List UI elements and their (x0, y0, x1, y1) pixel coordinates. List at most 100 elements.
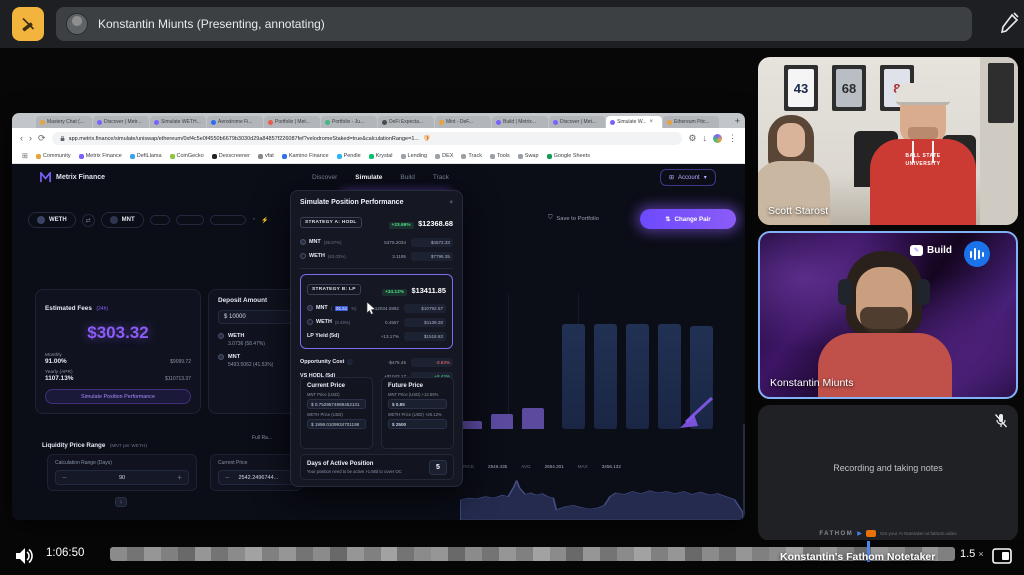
liquidity-bar-small (460, 421, 482, 429)
address-pill[interactable] (209, 215, 246, 225)
weth-icon (37, 216, 45, 224)
bookmark-item[interactable]: DefiLlama (129, 153, 162, 159)
profile-avatar[interactable] (713, 134, 722, 143)
bookmark-item[interactable]: Google Sheets (546, 153, 590, 159)
forward-button[interactable]: › (29, 134, 32, 143)
account-button[interactable]: ⊞ Account ▾ (660, 169, 716, 186)
browser-tab[interactable]: Portfolio | Met... (264, 116, 320, 128)
app-scrollbar[interactable] (743, 424, 745, 520)
browser-tab[interactable]: Ethereum Pitc... (663, 116, 719, 128)
browser-tab-strip: Mastery Chat (... Discover | Metr... Simul… (12, 113, 745, 128)
browser-tab[interactable]: Simulate WETH... (150, 116, 206, 128)
change-pair-button[interactable]: ⇅ Change Pair (640, 209, 736, 229)
presenter-pill[interactable]: Konstantin Miunts (Presenting, annotatin… (56, 7, 972, 41)
browser-tab[interactable]: Mastery Chat (... (36, 116, 92, 128)
future-weth-price-input[interactable]: $ 2500 (388, 419, 447, 429)
annotation-toggle-button[interactable] (12, 7, 44, 41)
tab-label: Aerodrome Fi... (218, 119, 253, 125)
shield-extension-icon[interactable]: 🛡 (423, 135, 431, 142)
current-price-input[interactable]: − 2542.2496744... (218, 470, 294, 485)
extensions-icon[interactable]: ⚙ (688, 134, 696, 143)
full-range-toggle[interactable]: Full Ra... (252, 435, 272, 441)
token-a-selector[interactable]: WETH (28, 212, 76, 228)
bookmark-item[interactable]: Lending (400, 153, 427, 159)
current-weth-price-input[interactable]: $ 1998.0109934701198 (307, 419, 366, 429)
plus-button[interactable]: + (177, 473, 182, 482)
info-icon[interactable]: ⓘ (347, 359, 352, 366)
bookmark-label: Track (468, 153, 482, 159)
bookmark-item[interactable]: DEX (435, 153, 453, 159)
monthly-pct: 91.00% (45, 358, 67, 365)
tab-close-icon[interactable]: × (649, 119, 653, 125)
save-to-portfolio-button[interactable]: ⛉ Save to Portfolio (548, 215, 599, 222)
weth-icon (218, 333, 224, 339)
bookmark-label: CoinGecko (176, 153, 204, 159)
participant-tile-fathom[interactable]: Recording and taking notes FATHOM ▶ Get … (758, 405, 1018, 541)
browser-tab[interactable]: Discover | Metr... (93, 116, 149, 128)
browser-tab[interactable]: Mint - DeF... (435, 116, 491, 128)
days-input[interactable]: 5 (429, 459, 447, 475)
chart-toggle-icon[interactable]: ◔ (252, 217, 256, 223)
bookmark-item[interactable]: Krystal (368, 153, 393, 159)
nav-discover[interactable]: Discover (312, 174, 337, 181)
fee-tier-pill[interactable] (149, 215, 170, 225)
range-sync-button[interactable]: ↓ (115, 497, 127, 507)
bookmark-favicon (336, 153, 342, 159)
bookmark-item[interactable]: Tools (489, 153, 510, 159)
bookmark-label: vfat (264, 153, 274, 159)
future-mnt-price-input[interactable]: $ 0.85 (388, 399, 447, 409)
browser-tab[interactable]: Aerodrome Fi... (207, 116, 263, 128)
jersey-frames: 43688 (784, 65, 914, 111)
jersey-frame: 68 (832, 65, 866, 111)
modal-close-icon[interactable]: × (449, 200, 453, 206)
bolt-icon[interactable]: ⚡ (261, 217, 268, 224)
bookmark-item[interactable]: CoinGecko (169, 153, 204, 159)
bookmark-item[interactable]: Swap (517, 153, 539, 159)
volume-icon[interactable] (14, 546, 34, 566)
url-bar[interactable]: app.metrix.finance/simulate/uniswap/ethe… (51, 132, 683, 145)
app-logo[interactable]: Metrix Finance (40, 172, 105, 183)
price-history-chart (460, 480, 743, 520)
bookmark-item[interactable]: Kamino Finance (281, 153, 329, 159)
bookmark-item[interactable]: Track (461, 153, 482, 159)
nav-simulate[interactable]: Simulate (355, 174, 382, 181)
browser-menu-icon[interactable]: ⋮ (728, 134, 737, 143)
browser-tab[interactable]: Build | Metrix... (492, 116, 548, 128)
nav-build[interactable]: Build (400, 174, 414, 181)
bookmark-favicon (211, 153, 217, 159)
reload-button[interactable]: ⟳ (38, 134, 46, 143)
tab-favicon (553, 119, 558, 125)
tab-label: Discover | Metr... (104, 119, 142, 125)
browser-tab[interactable]: DeFi Expecta... (378, 116, 434, 128)
miniplayer-icon[interactable] (992, 548, 1012, 564)
nav-track[interactable]: Track (433, 174, 449, 181)
deposit-input[interactable]: $ 10000 (218, 310, 298, 324)
bookmark-item[interactable]: Pendle (336, 153, 361, 159)
bookmark-label: Kamino Finance (288, 153, 329, 159)
participant-tile-konstantin[interactable]: ✎ Build Konstantin Miunts (758, 231, 1018, 399)
url-text: app.metrix.finance/simulate/uniswap/ethe… (68, 135, 419, 142)
annotate-pen-button[interactable] (998, 12, 1020, 41)
apps-grid-icon[interactable]: ⊞ (22, 152, 28, 160)
downloads-icon[interactable]: ↓ (703, 134, 708, 143)
bookmark-label: Dexscreener (218, 153, 250, 159)
bookmark-favicon (435, 153, 441, 159)
browser-tab[interactable]: Discover | Met... (549, 116, 605, 128)
bookmark-item[interactable]: Metrix Finance (78, 153, 122, 159)
new-tab-button[interactable]: + (730, 115, 745, 128)
token-b-selector[interactable]: MNT (100, 212, 144, 228)
price-pill[interactable] (175, 215, 204, 225)
back-button[interactable]: ‹ (20, 134, 23, 143)
browser-tab[interactable]: Simulate W... × (606, 116, 662, 128)
current-mnt-price-input[interactable]: $ 0.7529574989452131 (307, 399, 366, 409)
simulate-position-button[interactable]: Simulate Position Performance (45, 389, 191, 404)
bookmark-label: Metrix Finance (85, 153, 122, 159)
playback-speed-button[interactable]: 1.5 × (960, 548, 984, 560)
swap-tokens-icon[interactable]: ⇄ (81, 213, 95, 227)
browser-tab[interactable]: Portfolio - Ju... (321, 116, 377, 128)
bookmark-item[interactable]: vfat (257, 153, 274, 159)
bookmark-item[interactable]: Dexscreener (211, 153, 250, 159)
calc-range-input[interactable]: − 90 + (55, 470, 189, 485)
participant-tile-scott[interactable]: 43688 BALL STATE UNIVERSITY Scott Staros… (758, 57, 1018, 225)
bookmark-item[interactable]: Community (35, 153, 71, 159)
